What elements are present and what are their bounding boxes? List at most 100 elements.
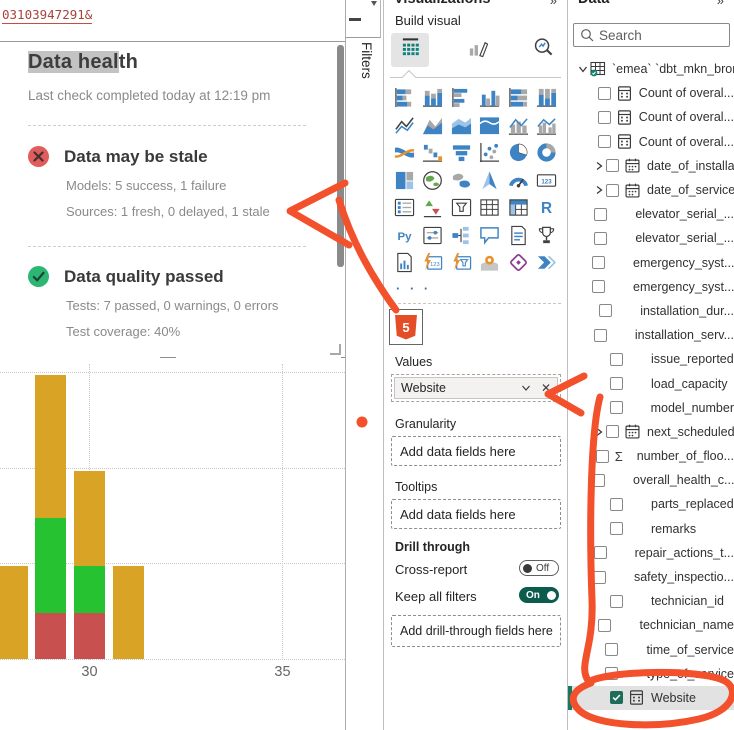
search-input[interactable] bbox=[599, 28, 709, 43]
field-checkbox[interactable] bbox=[598, 135, 611, 148]
python-visual-icon[interactable]: Py bbox=[390, 222, 419, 250]
field-row[interactable]: installation_dur... bbox=[568, 299, 734, 323]
cross-report-toggle[interactable]: Off bbox=[519, 560, 559, 576]
kpi-icon[interactable] bbox=[419, 194, 448, 222]
chevron-right-icon[interactable] bbox=[592, 159, 606, 173]
field-checkbox[interactable] bbox=[593, 571, 606, 584]
line-chart-icon[interactable] bbox=[390, 112, 419, 140]
hundred-stacked-area-chart-icon[interactable] bbox=[476, 112, 505, 140]
more-visuals-button[interactable]: · · · bbox=[396, 281, 431, 296]
multi-row-card-icon[interactable] bbox=[390, 194, 419, 222]
waterfall-chart-icon[interactable] bbox=[419, 139, 448, 167]
field-row[interactable]: parts_replaced bbox=[568, 492, 734, 516]
chevron-down-icon[interactable] bbox=[576, 62, 590, 76]
field-row[interactable]: Σnumber_of_floo... bbox=[568, 444, 734, 468]
field-row[interactable]: Count of overal... bbox=[568, 130, 734, 154]
arcgis-map-icon[interactable] bbox=[476, 249, 505, 277]
filled-map-icon[interactable] bbox=[447, 167, 476, 195]
hundred-stacked-column-chart-icon[interactable] bbox=[533, 84, 562, 112]
field-row[interactable]: technician_id bbox=[568, 589, 734, 613]
field-checkbox[interactable] bbox=[592, 474, 605, 487]
field-checkbox[interactable] bbox=[592, 256, 605, 269]
azure-map-icon[interactable] bbox=[476, 167, 505, 195]
field-row[interactable]: installation_serv... bbox=[568, 323, 734, 347]
q-and-a-icon[interactable] bbox=[476, 222, 505, 250]
line-and-clustered-column-chart-icon[interactable] bbox=[533, 112, 562, 140]
field-checkbox[interactable] bbox=[598, 87, 611, 100]
chart-bar-segment-red[interactable] bbox=[74, 613, 105, 659]
stacked-column-chart-visual[interactable]: 3035 bbox=[0, 358, 345, 730]
field-row[interactable]: elevator_serial_... bbox=[568, 226, 734, 250]
clustered-column-chart-icon[interactable] bbox=[476, 84, 505, 112]
tab-format-visual[interactable] bbox=[458, 33, 496, 67]
field-checkbox[interactable] bbox=[610, 522, 623, 535]
tooltips-well[interactable]: Add data fields here bbox=[391, 499, 561, 529]
field-row[interactable]: remarks bbox=[568, 517, 734, 541]
hundred-stacked-bar-chart-icon[interactable] bbox=[504, 84, 533, 112]
values-field-chip[interactable]: Website ✕ bbox=[394, 377, 558, 399]
granularity-well[interactable]: Add data fields here bbox=[391, 436, 561, 466]
field-row[interactable]: issue_reported bbox=[568, 347, 734, 371]
field-row[interactable]: Website bbox=[568, 686, 734, 710]
field-checkbox[interactable] bbox=[599, 304, 612, 317]
table-icon[interactable] bbox=[476, 194, 505, 222]
field-checkbox[interactable] bbox=[606, 159, 619, 172]
field-row[interactable]: safety_inspectio... bbox=[568, 565, 734, 589]
tab-build-visual[interactable] bbox=[391, 33, 429, 67]
field-checkbox[interactable] bbox=[594, 208, 607, 221]
field-row[interactable]: date_of_installa... bbox=[568, 154, 734, 178]
drill-through-well[interactable]: Add drill-through fields here bbox=[391, 615, 561, 647]
funnel-chart-icon[interactable] bbox=[447, 139, 476, 167]
field-row[interactable]: repair_actions_t... bbox=[568, 541, 734, 565]
field-checkbox[interactable] bbox=[594, 232, 607, 245]
stacked-bar-chart-icon[interactable] bbox=[390, 84, 419, 112]
chart-bar-segment-gold[interactable] bbox=[0, 566, 28, 659]
new-slicer-icon[interactable] bbox=[419, 222, 448, 250]
line-and-stacked-column-chart-icon[interactable] bbox=[504, 112, 533, 140]
slicer-icon[interactable] bbox=[447, 194, 476, 222]
gauge-icon[interactable] bbox=[504, 167, 533, 195]
field-row[interactable]: Count of overal... bbox=[568, 81, 734, 105]
values-field-well[interactable]: Website ✕ bbox=[391, 374, 561, 402]
card-scrollbar[interactable] bbox=[336, 42, 345, 356]
decomposition-tree-icon[interactable] bbox=[447, 222, 476, 250]
matrix-icon[interactable] bbox=[504, 194, 533, 222]
collapse-pane-icon[interactable]: » bbox=[550, 0, 557, 8]
search-box[interactable] bbox=[573, 23, 730, 47]
field-checkbox[interactable] bbox=[598, 619, 611, 632]
stacked-area-chart-icon[interactable] bbox=[447, 112, 476, 140]
card-icon[interactable]: 123 bbox=[533, 167, 562, 195]
tab-add-analytics[interactable] bbox=[524, 33, 562, 67]
field-checkbox[interactable] bbox=[610, 401, 623, 414]
quick-filter-icon[interactable] bbox=[447, 249, 476, 277]
smart-narrative-icon[interactable] bbox=[504, 222, 533, 250]
field-row[interactable]: elevator_serial_... bbox=[568, 202, 734, 226]
field-row[interactable]: type_of_service bbox=[568, 662, 734, 686]
chart-bar-segment-green[interactable] bbox=[74, 566, 105, 613]
field-checkbox[interactable] bbox=[610, 595, 623, 608]
chart-bar-segment-gold[interactable] bbox=[74, 471, 105, 566]
field-row[interactable]: emergency_syst... bbox=[568, 251, 734, 275]
chart-bar-segment-red[interactable] bbox=[35, 613, 66, 659]
collapse-pane-icon[interactable]: » bbox=[717, 0, 724, 8]
card-resize-corner[interactable] bbox=[330, 344, 341, 355]
quick-measure-icon[interactable]: 123 bbox=[419, 249, 448, 277]
metrics-icon[interactable] bbox=[533, 222, 562, 250]
scroll-up-caret-icon[interactable] bbox=[371, 1, 377, 6]
field-checkbox[interactable] bbox=[592, 280, 605, 293]
field-checkbox[interactable] bbox=[610, 353, 623, 366]
field-row[interactable]: model_number bbox=[568, 396, 734, 420]
field-checkbox[interactable] bbox=[610, 377, 623, 390]
clustered-bar-chart-icon[interactable] bbox=[447, 84, 476, 112]
field-checkbox[interactable] bbox=[610, 498, 623, 511]
ribbon-chart-icon[interactable] bbox=[390, 139, 419, 167]
card-scrollbar-thumb[interactable] bbox=[337, 45, 344, 267]
pie-chart-icon[interactable] bbox=[504, 139, 533, 167]
chart-bar-segment-gold[interactable] bbox=[113, 566, 144, 659]
field-row[interactable]: Count of overal... bbox=[568, 105, 734, 129]
field-checkbox[interactable] bbox=[594, 329, 607, 342]
keep-all-filters-toggle[interactable]: On bbox=[519, 587, 559, 603]
field-checkbox[interactable] bbox=[605, 643, 618, 656]
area-chart-icon[interactable] bbox=[419, 112, 448, 140]
chevron-right-icon[interactable] bbox=[592, 183, 606, 197]
